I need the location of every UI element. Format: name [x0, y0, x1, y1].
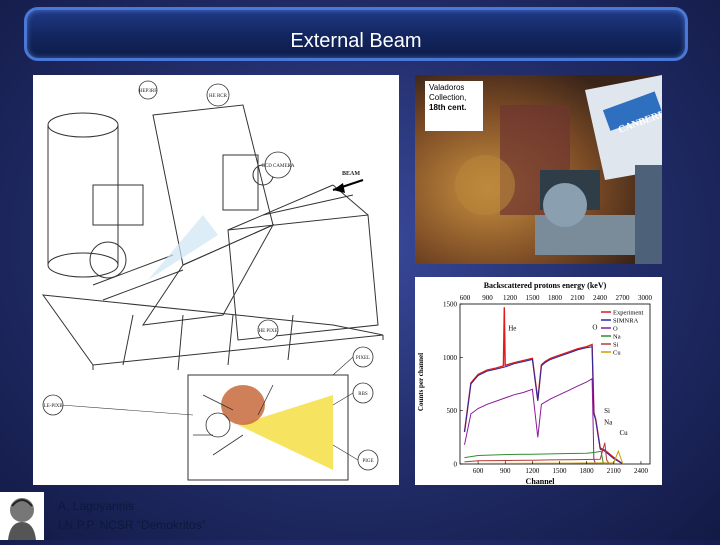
- legend-label: Na: [613, 334, 621, 341]
- institute-logo-icon: [0, 492, 44, 540]
- label-pige: PIGE: [362, 459, 373, 464]
- y-tick-label: 0: [454, 461, 458, 469]
- top-tick-label: 600: [460, 294, 471, 302]
- label-le-pixe: LE-PIXE: [44, 404, 63, 409]
- chart-annotation: He: [508, 325, 516, 333]
- photo-caption-line-3: 18th cent.: [429, 103, 467, 112]
- legend-label: SIMNRA: [613, 318, 639, 325]
- setup-drawing-panel: HEP3RF HE RCR CCD CAMERA BEAM HE PIXE PI…: [33, 75, 399, 485]
- label-beam: BEAM: [342, 171, 360, 177]
- chart-title: Backscattered protons energy (keV): [484, 281, 607, 290]
- x-tick-label: 2100: [607, 467, 622, 475]
- top-tick-label: 3000: [638, 294, 653, 302]
- legend-label: Si: [613, 342, 619, 349]
- top-tick-label: 1800: [548, 294, 563, 302]
- chart-annotation: Cu: [620, 429, 629, 437]
- label-hep3rf: HEP3RF: [139, 89, 157, 94]
- top-tick-label: 1200: [503, 294, 518, 302]
- label-pixel: PIXEL: [356, 356, 370, 361]
- footer-author: A. Lagoyannis: [58, 499, 135, 513]
- title-bar: External Beam: [24, 7, 688, 61]
- chart-xlabel: Channel: [526, 477, 556, 485]
- legend-label: Experiment: [613, 310, 644, 317]
- chart-ylabel: Counts per channel: [417, 353, 425, 411]
- y-tick-label: 1500: [443, 301, 458, 309]
- chart-annotation: Na: [604, 419, 613, 427]
- x-tick-label: 600: [473, 467, 484, 475]
- label-he-rcr: HE RCR: [209, 94, 228, 99]
- x-tick-label: 1500: [553, 467, 568, 475]
- legend-label: O: [613, 326, 618, 333]
- rbs-spectrum-chart: Backscattered protons energy (keV) Chann…: [415, 277, 662, 485]
- photo-caption: Valadoros Collection, 18th cent.: [425, 81, 483, 131]
- top-tick-label: 2700: [616, 294, 631, 302]
- series-line-na: [464, 450, 606, 465]
- x-tick-label: 1800: [580, 467, 595, 475]
- chart-annotation: O: [592, 324, 597, 332]
- top-tick-label: 900: [482, 294, 493, 302]
- slide-title: External Beam: [290, 30, 422, 52]
- label-ccd-camera: CCD CAMERA: [262, 164, 295, 169]
- legend-label: Cu: [613, 350, 621, 357]
- top-tick-label: 2100: [571, 294, 586, 302]
- series-line-o: [464, 377, 597, 465]
- top-tick-label: 2400: [593, 294, 608, 302]
- chart-annotation: Si: [604, 407, 610, 415]
- plot-frame: [459, 303, 651, 465]
- photo-caption-line-1: Valadoros: [429, 83, 465, 92]
- x-tick-label: 900: [500, 467, 511, 475]
- series-line-simnra: [464, 346, 624, 465]
- series-line-cu: [464, 449, 624, 465]
- y-tick-label: 500: [447, 407, 458, 415]
- y-tick-label: 1000: [443, 354, 458, 362]
- label-he-pixe: HE PIXE: [258, 329, 277, 334]
- x-tick-label: 2400: [634, 467, 649, 475]
- footer-institute: I.N.P.P. NCSR “Demokritos”: [58, 518, 206, 532]
- setup-drawing: HEP3RF HE RCR CCD CAMERA BEAM HE PIXE PI…: [41, 80, 384, 481]
- top-tick-label: 1500: [526, 294, 541, 302]
- label-rbs: RBS: [358, 392, 368, 397]
- rbs-spectrum-svg: Backscattered protons energy (keV) Chann…: [417, 281, 653, 485]
- photo-caption-line-2: Collection,: [429, 93, 467, 102]
- x-tick-label: 1200: [525, 467, 540, 475]
- artifact-photo: CANBERRA Valadoros Collection, 18th cent…: [415, 75, 662, 264]
